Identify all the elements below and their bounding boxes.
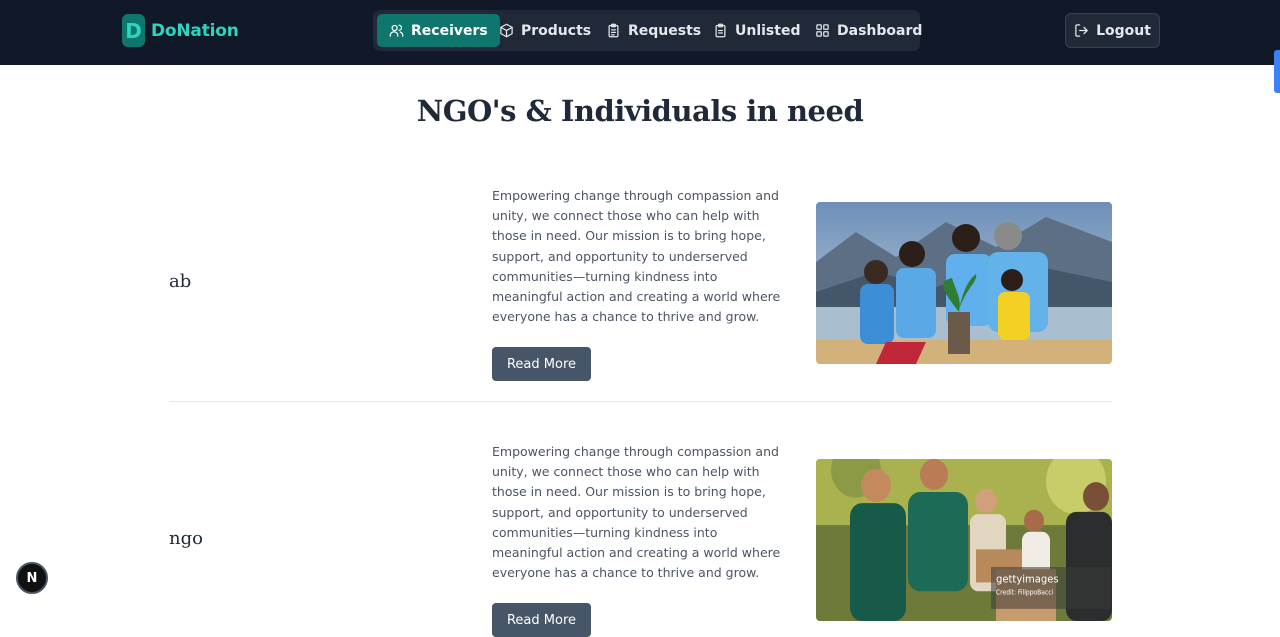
volunteers-food-distribution-photo: gettyimages Credit: FilippoBacci [816,459,1112,621]
row-divider [169,401,1112,402]
logout-button[interactable]: Logout [1065,13,1160,48]
receiver-name: ab [169,271,192,292]
read-more-button[interactable]: Read More [492,603,591,637]
read-more-button[interactable]: Read More [492,347,591,381]
receiver-description: Empowering change through compassion and… [492,444,781,581]
clipboard-icon [715,23,726,38]
receiver-description: Empowering change through compassion and… [492,188,781,325]
nav-item-unlisted[interactable]: Unlisted [701,14,812,47]
dashboard-grid-icon [816,24,829,37]
page-title: NGO's & Individuals in need [416,94,864,128]
nav-item-label: Receivers [411,22,488,39]
receiver-name: ngo [169,528,203,549]
nav-item-products[interactable]: Products [487,14,603,47]
nav-item-requests[interactable]: Requests [594,14,713,47]
nav-item-label: Unlisted [735,22,801,39]
nav-item-dashboard[interactable]: Dashboard [803,14,934,47]
photo-credit-text: Credit: FilippoBacci [996,589,1053,596]
box-icon [500,23,513,38]
side-drawer-tab[interactable] [1274,50,1280,93]
brand-name: DoNation [151,20,239,41]
nav-item-label: Requests [628,22,702,39]
brand-link[interactable]: D DoNation [122,14,239,47]
volunteers-planting-photo [816,202,1112,364]
nav-item-label: Products [521,22,592,39]
nav-item-receivers[interactable]: Receivers [377,14,500,47]
logout-icon [1075,24,1088,37]
logout-label: Logout [1096,22,1151,39]
top-navbar: D DoNation Receivers Products Requests U… [0,0,1280,65]
clipboard-list-icon [608,23,619,38]
next-dev-badge-icon[interactable]: N [16,562,48,594]
users-icon [389,24,404,37]
nav-item-label: Dashboard [837,22,923,39]
watermark-text: gettyimages [996,573,1059,586]
brand-logo-icon: D [122,14,145,47]
main-nav: Receivers Products Requests Unlisted Das… [373,10,922,51]
